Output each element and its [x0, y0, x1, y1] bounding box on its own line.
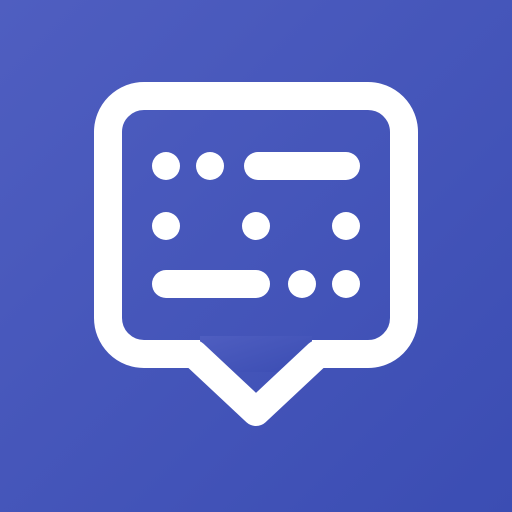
icon-background	[0, 0, 512, 512]
morse-dot-icon	[242, 212, 270, 240]
morse-dot-icon	[196, 152, 224, 180]
morse-dot-icon	[152, 152, 180, 180]
morse-dot-icon	[332, 212, 360, 240]
morse-dot-icon	[332, 270, 360, 298]
morse-dot-icon	[152, 212, 180, 240]
app-icon-tile	[0, 0, 512, 512]
morse-dot-icon	[288, 270, 316, 298]
